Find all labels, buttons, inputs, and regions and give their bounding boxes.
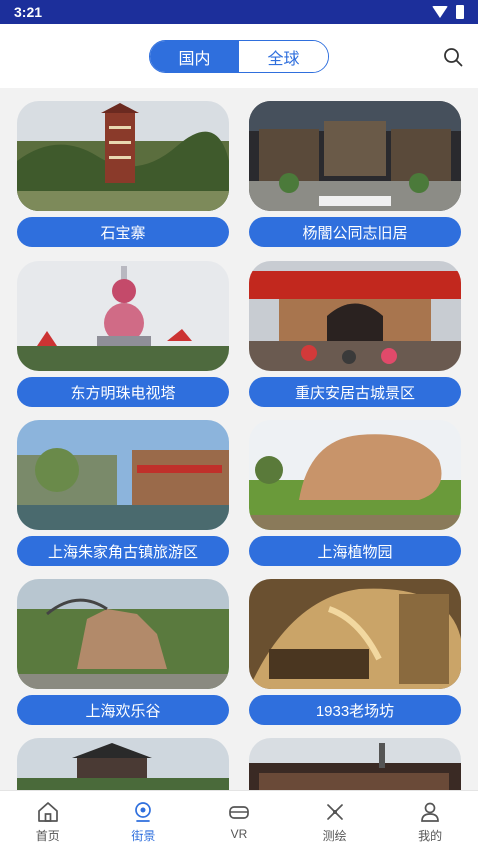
- search-icon[interactable]: [443, 47, 463, 67]
- place-card[interactable]: 上海植物园: [249, 420, 461, 566]
- streetview-icon: [135, 802, 152, 822]
- profile-icon: [421, 802, 440, 822]
- nav-streetview-label: 街景: [131, 829, 156, 843]
- status-bar: 3:21: [0, 0, 478, 24]
- place-photo[interactable]: [17, 420, 229, 530]
- region-segmented-control: 国内 全球: [149, 40, 329, 73]
- place-card[interactable]: 上海欢乐谷: [17, 579, 229, 725]
- place-photo[interactable]: [249, 579, 461, 689]
- place-name[interactable]: 东方明珠电视塔: [17, 377, 229, 407]
- place-name[interactable]: 上海朱家角古镇旅游区: [17, 536, 229, 566]
- place-name[interactable]: 上海欢乐谷: [17, 695, 229, 725]
- place-card[interactable]: 石宝寨: [17, 101, 229, 247]
- tab-global[interactable]: 全球: [239, 41, 328, 72]
- nav-profile[interactable]: 我的: [382, 791, 478, 851]
- place-photo[interactable]: [17, 738, 229, 790]
- nav-vr-label: VR: [230, 827, 248, 841]
- place-card[interactable]: 重庆安居古城景区: [249, 261, 461, 407]
- place-name[interactable]: 重庆安居古城景区: [249, 377, 461, 407]
- place-card[interactable]: 东方明珠电视塔: [17, 261, 229, 407]
- home-icon: [37, 802, 58, 822]
- place-name[interactable]: 1933老场坊: [249, 695, 461, 725]
- nav-profile-label: 我的: [418, 829, 443, 843]
- place-card[interactable]: [17, 738, 229, 790]
- nav-home[interactable]: 首页: [0, 791, 96, 851]
- place-photo[interactable]: [249, 101, 461, 211]
- status-time: 3:21: [14, 4, 43, 20]
- place-card[interactable]: 杨闇公同志旧居: [249, 101, 461, 247]
- place-photo[interactable]: [17, 101, 229, 211]
- place-card[interactable]: [249, 738, 461, 790]
- wifi-icon: [432, 6, 448, 18]
- tab-domestic[interactable]: 国内: [150, 41, 239, 72]
- place-photo[interactable]: [249, 738, 461, 790]
- nav-streetview[interactable]: 街景: [96, 791, 192, 851]
- place-name[interactable]: 杨闇公同志旧居: [249, 217, 461, 247]
- nav-vr[interactable]: VR: [191, 791, 287, 851]
- status-icons: [432, 5, 464, 19]
- battery-icon: [456, 5, 464, 19]
- place-card[interactable]: 上海朱家角古镇旅游区: [17, 420, 229, 566]
- place-photo[interactable]: [17, 261, 229, 371]
- nav-home-label: 首页: [35, 829, 60, 843]
- place-name[interactable]: 上海植物园: [249, 536, 461, 566]
- place-photo[interactable]: [249, 420, 461, 530]
- survey-icon: [326, 804, 343, 820]
- place-card[interactable]: 1933老场坊: [249, 579, 461, 725]
- place-photo[interactable]: [17, 579, 229, 689]
- header: 国内 全球: [0, 24, 478, 88]
- scenic-spot-grid: 石宝寨 杨闇公同志旧居 东方明珠电视塔 重庆安居古城景区 上海朱家角古镇旅游区 …: [0, 88, 478, 790]
- place-photo[interactable]: [249, 261, 461, 371]
- screen: 3:21 国内 全球 石宝寨 杨闇公同志旧居 东方明珠电视塔 重庆安居古城景区 …: [0, 0, 478, 851]
- nav-survey-label: 测绘: [322, 829, 347, 843]
- place-name[interactable]: 石宝寨: [17, 217, 229, 247]
- vr-icon: [229, 806, 249, 819]
- bottom-nav: 首页 街景 VR 测绘 我的: [0, 790, 478, 851]
- nav-survey[interactable]: 测绘: [287, 791, 383, 851]
